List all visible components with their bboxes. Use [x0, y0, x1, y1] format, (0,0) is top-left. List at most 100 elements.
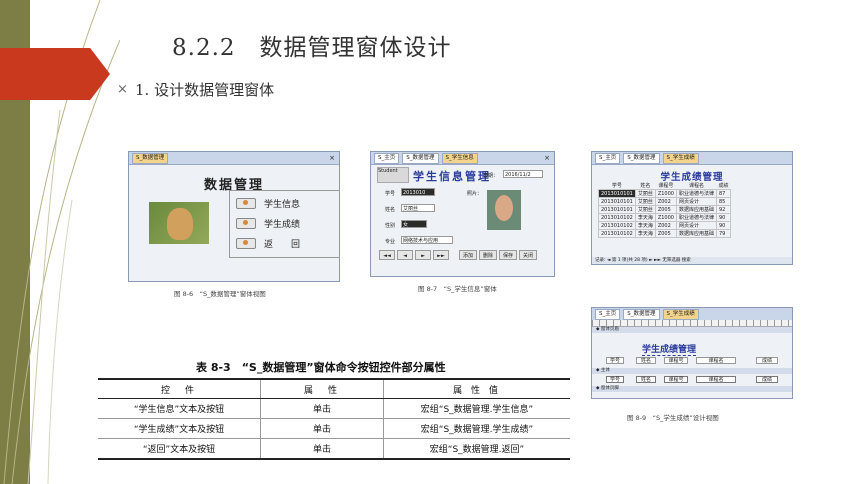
- grid-cell[interactable]: 职业道德与法律: [675, 189, 718, 198]
- table-row: “返回”文本及按钮 单击 宏组“S_数据管理.返回”: [98, 438, 570, 460]
- design-field[interactable]: 成绩: [756, 376, 778, 383]
- tab-data-management[interactable]: S_数据管理: [402, 152, 439, 164]
- add-button[interactable]: 添加: [459, 250, 477, 260]
- design-label[interactable]: 课程名: [696, 357, 736, 364]
- design-field[interactable]: 姓名: [636, 376, 656, 383]
- grid-cell[interactable]: 90: [715, 213, 732, 222]
- design-field[interactable]: 课程号: [664, 376, 688, 383]
- tab-home[interactable]: S_主页: [595, 152, 621, 164]
- last-record-button[interactable]: ►►: [433, 250, 449, 260]
- student-scores-menu-item[interactable]: 学生成绩: [236, 217, 300, 230]
- name-input[interactable]: 艾丽丝: [401, 204, 435, 212]
- grid-row[interactable]: 2013010102 李天海 Z1000 职业道德与法律 90: [598, 213, 732, 222]
- figure-caption-8-6: 图 8-6 “S_数据管理”窗体视图: [174, 290, 266, 298]
- grid-cell[interactable]: 90: [715, 221, 732, 230]
- grid-column-header: 课程名: [688, 183, 704, 189]
- grid-cell[interactable]: 李天海: [634, 229, 656, 238]
- grid-cell[interactable]: 职业道德与法律: [675, 213, 718, 222]
- grid-cell[interactable]: Z1000: [654, 189, 677, 198]
- design-heading: 学生成绩管理: [642, 342, 697, 356]
- attribute-table: 控 件 属 性 属 性 值 “学生信息”文本及按钮 单击 宏组“S_数据管理.学…: [98, 378, 570, 460]
- major-select[interactable]: 网络技术与应用: [401, 236, 453, 244]
- grid-cell[interactable]: 艾丽丝: [634, 197, 656, 206]
- table-cell: 宏组“S_数据管理.学生成绩”: [383, 418, 570, 439]
- figure-student-scores-design-view: S_主页 S_数据管理 S_学生成绩 ◆ 窗体页眉 学生成绩管理 学号 姓名 课程号…: [591, 307, 793, 399]
- grid-row[interactable]: 2013010102 李天海 Z002 网页设计 90: [598, 221, 732, 230]
- design-label[interactable]: 成绩: [756, 357, 778, 364]
- grid-cell[interactable]: 网页设计: [675, 221, 718, 230]
- form-tab-bar: S_数据管理 ×: [129, 152, 339, 165]
- grid-row[interactable]: 2013010101 艾丽丝 Z005 数据库应用基础 92: [598, 205, 732, 214]
- tab-student-scores[interactable]: S_学生成绩: [662, 308, 699, 320]
- field-label-gender: 性别: [385, 223, 396, 229]
- date-field[interactable]: 2016/11/2: [503, 170, 543, 178]
- grid-row[interactable]: 2013010101 艾丽丝 Z002 网页设计 85: [598, 197, 732, 206]
- grid-cell[interactable]: 2013010101: [598, 189, 636, 198]
- close-icon[interactable]: ×: [544, 152, 550, 164]
- grid-cell[interactable]: 数据库应用基础: [675, 205, 718, 214]
- grid-cell[interactable]: 92: [715, 205, 732, 214]
- previous-record-button[interactable]: ◄: [397, 250, 413, 260]
- grid-cell[interactable]: 2013010102: [598, 229, 636, 238]
- tab-data-management[interactable]: S_数据管理: [623, 152, 660, 164]
- close-button[interactable]: 关闭: [519, 250, 537, 260]
- student-id-input[interactable]: 2013010: [401, 188, 435, 196]
- grid-cell[interactable]: 2013010102: [598, 221, 636, 230]
- design-field[interactable]: 学号: [606, 376, 624, 383]
- record-navigator[interactable]: 记录: ◄ 第 1 项(共 28 项) ► ►► 无筛选器 搜索: [592, 257, 792, 264]
- tab-student-info[interactable]: S_学生信息: [441, 152, 478, 164]
- grid-cell[interactable]: 艾丽丝: [634, 189, 656, 198]
- grid-column-header: 课程号: [658, 183, 674, 189]
- return-label: 返 回: [264, 240, 301, 250]
- grid-cell[interactable]: 2013010102: [598, 213, 636, 222]
- form-tab[interactable]: S_数据管理: [132, 152, 169, 164]
- grid-cell[interactable]: 2013010101: [598, 205, 636, 214]
- next-record-button[interactable]: ►: [415, 250, 431, 260]
- column-header-value: 属 性 值: [383, 378, 570, 399]
- student-scores-button[interactable]: [236, 218, 256, 229]
- table-row: “学生信息”文本及按钮 单击 宏组“S_数据管理.学生信息”: [98, 398, 570, 419]
- save-button[interactable]: 保存: [499, 250, 517, 260]
- grid-cell[interactable]: Z005: [654, 229, 677, 238]
- column-header-property: 属 性: [260, 378, 384, 399]
- grid-cell[interactable]: Z1000: [654, 213, 677, 222]
- first-record-button[interactable]: ◄◄: [379, 250, 395, 260]
- gender-select[interactable]: 女: [401, 220, 427, 228]
- grid-cell[interactable]: 2013010101: [598, 197, 636, 206]
- student-photo: [487, 190, 521, 230]
- student-info-menu-item[interactable]: 学生信息: [236, 197, 300, 210]
- grid-row[interactable]: 2013010102 李天海 Z005 数据库应用基础 79: [598, 229, 732, 238]
- field-label-id: 学号: [385, 191, 396, 197]
- grid-cell[interactable]: Z002: [654, 221, 677, 230]
- table-cell: 单击: [260, 398, 384, 419]
- delete-button[interactable]: 删除: [479, 250, 497, 260]
- student-info-button[interactable]: [236, 198, 256, 209]
- scores-grid: 学号 姓名 课程号 课程名 成绩 2013010101 艾丽丝 Z1000 职业道德与法律 87…: [598, 182, 732, 238]
- table-cell: “学生成绩”文本及按钮: [98, 418, 261, 439]
- grid-cell[interactable]: 85: [715, 197, 732, 206]
- grid-cell[interactable]: 网页设计: [675, 197, 718, 206]
- grid-row[interactable]: 2013010101 艾丽丝 Z1000 职业道德与法律 87: [598, 189, 732, 198]
- grid-cell[interactable]: 李天海: [634, 213, 656, 222]
- tab-home[interactable]: S_主页: [374, 152, 400, 164]
- design-field[interactable]: 课程名: [696, 376, 736, 383]
- grid-cell[interactable]: 87: [715, 189, 732, 198]
- return-menu-item[interactable]: 返 回: [236, 237, 300, 250]
- field-label-name: 姓名: [385, 207, 396, 213]
- design-label[interactable]: 姓名: [636, 357, 656, 364]
- grid-cell[interactable]: 李天海: [634, 221, 656, 230]
- tab-student-scores[interactable]: S_学生成绩: [662, 152, 699, 164]
- grid-cell[interactable]: 数据库应用基础: [675, 229, 718, 238]
- design-label[interactable]: 学号: [606, 357, 624, 364]
- return-button[interactable]: [236, 238, 256, 249]
- tab-data-management[interactable]: S_数据管理: [623, 308, 660, 320]
- tab-home[interactable]: S_主页: [595, 308, 621, 320]
- close-icon[interactable]: ×: [329, 152, 335, 164]
- design-label[interactable]: 课程号: [664, 357, 688, 364]
- grid-cell[interactable]: 艾丽丝: [634, 205, 656, 214]
- grid-cell[interactable]: Z002: [654, 197, 677, 206]
- grid-cell[interactable]: Z005: [654, 205, 677, 214]
- grid-cell[interactable]: 79: [715, 229, 732, 238]
- table-title: 表 8-3 “S_数据管理”窗体命令按钮控件部分属性: [196, 361, 446, 374]
- table-cell: 单击: [260, 418, 384, 439]
